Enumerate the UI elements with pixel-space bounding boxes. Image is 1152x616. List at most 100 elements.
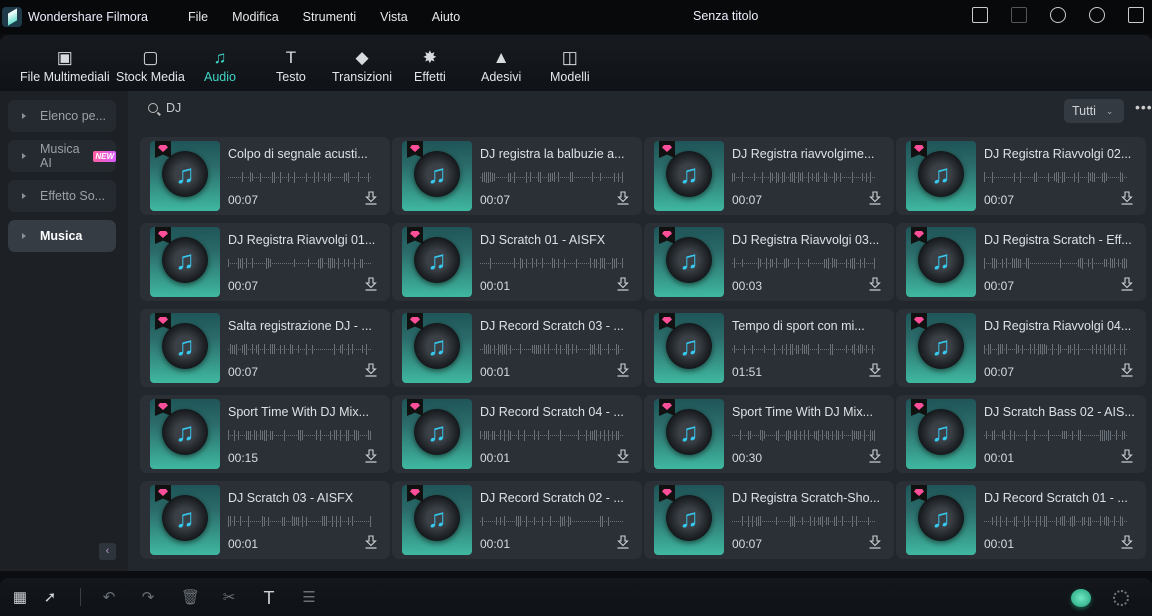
cloud-sync-icon[interactable] [1050,7,1066,23]
tab-file-multimediali[interactable]: ▣ File Multimediali [20,35,110,91]
audio-track-card[interactable]: ♫ DJ registra la balbuzie a... 00:07 [392,137,642,215]
download-icon[interactable] [617,277,629,291]
download-icon[interactable] [365,535,377,549]
download-icon[interactable] [869,535,881,549]
layout-icon[interactable] [972,7,988,23]
tab-audio[interactable]: ♫ Audio [204,35,236,91]
audio-track-card[interactable]: ♫ DJ Record Scratch 04 - ... 00:01 [392,395,642,473]
music-note-icon: ♫ [175,503,195,533]
play-icon[interactable] [1113,590,1129,606]
waveform-bar [302,176,303,178]
grid-icon[interactable]: ▦ [12,590,28,606]
redo-icon[interactable]: ↷ [140,590,156,606]
menu-modifica[interactable]: Modifica [220,10,291,24]
waveform-bar [322,258,323,268]
download-icon[interactable] [617,449,629,463]
tab-effetti[interactable]: ✸ Effetti [414,35,446,91]
audio-track-card[interactable]: ♫ DJ Registra Scratch-Sho... 00:07 [644,481,894,559]
menu-strumenti[interactable]: Strumenti [291,10,369,24]
download-icon[interactable] [617,535,629,549]
scissors-icon[interactable]: ✂ [221,590,237,606]
audio-track-card[interactable]: ♫ Salta registrazione DJ - ... 00:07 [140,309,390,387]
filter-dropdown[interactable]: Tutti ⌄ [1064,99,1124,123]
sidebar-item-elenco[interactable]: Elenco pe... [8,100,116,132]
download-icon[interactable] [1121,191,1133,205]
download-icon[interactable] [365,449,377,463]
download-icon[interactable] [869,363,881,377]
waveform-bar [616,520,617,522]
audio-track-card[interactable]: ♫ DJ Registra Riavvolgi 02... 00:07 [896,137,1146,215]
waveform-bar [752,262,753,264]
audio-track-card[interactable]: ♫ DJ Registra Riavvolgi 01... 00:07 [140,223,390,301]
menu-aiuto[interactable]: Aiuto [420,10,473,24]
tab-transizioni[interactable]: ◆ Transizioni [332,35,392,91]
download-icon[interactable] [365,363,377,377]
more-options-icon[interactable]: ••• [1135,99,1152,115]
audio-track-card[interactable]: ♫ DJ Scratch Bass 02 - AIS... 00:01 [896,395,1146,473]
tab-testo[interactable]: T Testo [276,35,306,91]
audio-track-card[interactable]: ♫ DJ Scratch 03 - AISFX 00:01 [140,481,390,559]
download-icon[interactable] [869,191,881,205]
download-icon[interactable] [365,277,377,291]
select-arrow-icon[interactable]: ➚ [42,590,58,606]
waveform-bar [1024,348,1025,350]
download-icon[interactable] [1121,363,1133,377]
waveform-bar [268,434,269,436]
audio-track-card[interactable]: ♫ Colpo di segnale acusti... 00:07 [140,137,390,215]
save-icon[interactable] [1011,7,1027,23]
audio-track-card[interactable]: ♫ DJ Record Scratch 01 - ... 00:01 [896,481,1146,559]
audio-track-card[interactable]: ♫ Tempo di sport con mi... 01:51 [644,309,894,387]
waveform-bar [498,343,499,355]
download-icon[interactable] [617,363,629,377]
menu-vista[interactable]: Vista [368,10,420,24]
download-icon[interactable] [869,449,881,463]
waveform-bar [520,516,521,526]
download-icon[interactable] [1121,535,1133,549]
sidebar-item-musica-ai[interactable]: Musica AI NEW [8,140,116,172]
waveform-bar [236,520,237,522]
audio-track-card[interactable]: ♫ Sport Time With DJ Mix... 00:15 [140,395,390,473]
waveform-bar [798,434,799,436]
waveform-bar [518,262,519,264]
audio-track-card[interactable]: ♫ Sport Time With DJ Mix... 00:30 [644,395,894,473]
waveform-bar [306,172,307,182]
download-icon[interactable] [365,191,377,205]
waveform-bar [1112,176,1113,178]
audio-track-card[interactable]: ♫ DJ Registra Scratch - Eff... 00:07 [896,223,1146,301]
download-icon[interactable] [617,191,629,205]
menu-file[interactable]: File [176,10,220,24]
music-note-icon: ♫ [175,417,195,447]
undo-icon[interactable]: ↶ [101,590,117,606]
audio-track-card[interactable]: ♫ DJ Record Scratch 02 - ... 00:01 [392,481,642,559]
waveform-bar [814,516,815,526]
download-icon[interactable] [1121,277,1133,291]
apps-icon[interactable] [1128,7,1144,23]
headset-icon[interactable] [1089,7,1105,23]
text-tool-icon[interactable]: T [261,589,277,607]
audio-track-card[interactable]: ♫ DJ Scratch 01 - AISFX 00:01 [392,223,642,301]
delete-icon[interactable]: 🗑 [181,590,200,606]
audio-track-card[interactable]: ♫ DJ Registra Riavvolgi 04... 00:07 [896,309,1146,387]
waveform-bar [306,343,307,355]
audio-track-card[interactable]: ♫ DJ Record Scratch 03 - ... 00:01 [392,309,642,387]
audio-track-card[interactable]: ♫ DJ Registra Riavvolgi 03... 00:03 [644,223,894,301]
waveform-bar [790,515,791,527]
adjust-icon[interactable]: ☰ [301,590,317,606]
waveform-bar [1050,176,1051,178]
download-icon[interactable] [1121,449,1133,463]
track-duration: 00:01 [984,537,1015,551]
download-icon[interactable] [869,277,881,291]
sidebar-item-effetto-sonoro[interactable]: Effetto So... [8,180,116,212]
tab-modelli[interactable]: ◫ Modelli [550,35,590,91]
search-input[interactable]: DJ [148,101,181,115]
waveform-bar [784,434,785,436]
ai-assistant-icon[interactable] [1071,589,1091,607]
waveform-bar [770,348,771,350]
collapse-sidebar-button[interactable]: ‹ [99,543,116,560]
audio-track-card[interactable]: ♫ DJ Registra riavvolgime... 00:07 [644,137,894,215]
tab-stock-media[interactable]: ▢ Stock Media [116,35,185,91]
waveform-bar [306,262,307,264]
sidebar-item-musica[interactable]: Musica [8,220,116,252]
tab-adesivi[interactable]: ▲ Adesivi [481,35,521,91]
track-thumbnail: ♫ [402,485,472,555]
